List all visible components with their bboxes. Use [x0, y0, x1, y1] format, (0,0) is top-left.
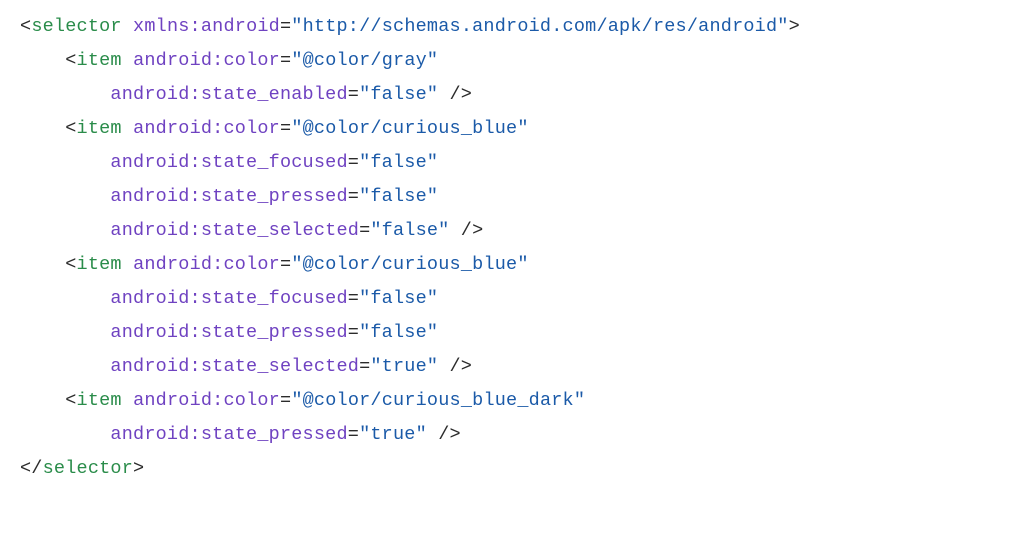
punct: < [20, 16, 31, 37]
punct: < [65, 118, 76, 139]
end-open: </ [20, 458, 43, 479]
eq: = [348, 84, 359, 105]
val-false: "false" [359, 186, 438, 207]
attr-color: android:color [133, 50, 280, 71]
eq: = [348, 322, 359, 343]
val-true: "true" [370, 356, 438, 377]
attr-color: android:color [133, 254, 280, 275]
eq: = [359, 220, 370, 241]
attr-state-selected: android:state_selected [110, 356, 359, 377]
val-false: "false" [359, 322, 438, 343]
val-curious-blue: "@color/curious_blue" [291, 118, 528, 139]
eq: = [348, 186, 359, 207]
attr-state-focused: android:state_focused [110, 152, 347, 173]
code-block[interactable]: <selector xmlns:android="http://schemas.… [0, 0, 1012, 496]
val-false: "false" [359, 84, 438, 105]
attr-state-pressed: android:state_pressed [110, 424, 347, 445]
selfclose: /> [427, 424, 461, 445]
attr-xmlns: xmlns:android [133, 16, 280, 37]
tag-item: item [77, 390, 122, 411]
selfclose: /> [438, 356, 472, 377]
val-curious-blue-dark: "@color/curious_blue_dark" [291, 390, 585, 411]
punct: < [65, 390, 76, 411]
val-false: "false" [359, 288, 438, 309]
attr-state-focused: android:state_focused [110, 288, 347, 309]
attr-state-selected: android:state_selected [110, 220, 359, 241]
punct: < [65, 254, 76, 275]
attr-state-pressed: android:state_pressed [110, 322, 347, 343]
attr-color: android:color [133, 390, 280, 411]
tag-selector-close: selector [43, 458, 133, 479]
tag-item: item [77, 254, 122, 275]
attr-state-pressed: android:state_pressed [110, 186, 347, 207]
tag-selector: selector [31, 16, 121, 37]
eq: = [348, 152, 359, 173]
eq: = [280, 50, 291, 71]
eq: = [280, 390, 291, 411]
eq: = [348, 424, 359, 445]
tag-item: item [77, 50, 122, 71]
val-curious-blue: "@color/curious_blue" [291, 254, 528, 275]
val-xmlns: "http://schemas.android.com/apk/res/andr… [291, 16, 788, 37]
punct: < [65, 50, 76, 71]
attr-state-enabled: android:state_enabled [110, 84, 347, 105]
eq: = [348, 288, 359, 309]
eq: = [280, 254, 291, 275]
tag-item: item [77, 118, 122, 139]
punct: > [133, 458, 144, 479]
val-false: "false" [359, 152, 438, 173]
val-false: "false" [370, 220, 449, 241]
eq: = [280, 118, 291, 139]
val-true: "true" [359, 424, 427, 445]
attr-color: android:color [133, 118, 280, 139]
eq: = [359, 356, 370, 377]
selfclose: /> [450, 220, 484, 241]
val-gray: "@color/gray" [291, 50, 438, 71]
punct: > [789, 16, 800, 37]
selfclose: /> [438, 84, 472, 105]
eq: = [280, 16, 291, 37]
